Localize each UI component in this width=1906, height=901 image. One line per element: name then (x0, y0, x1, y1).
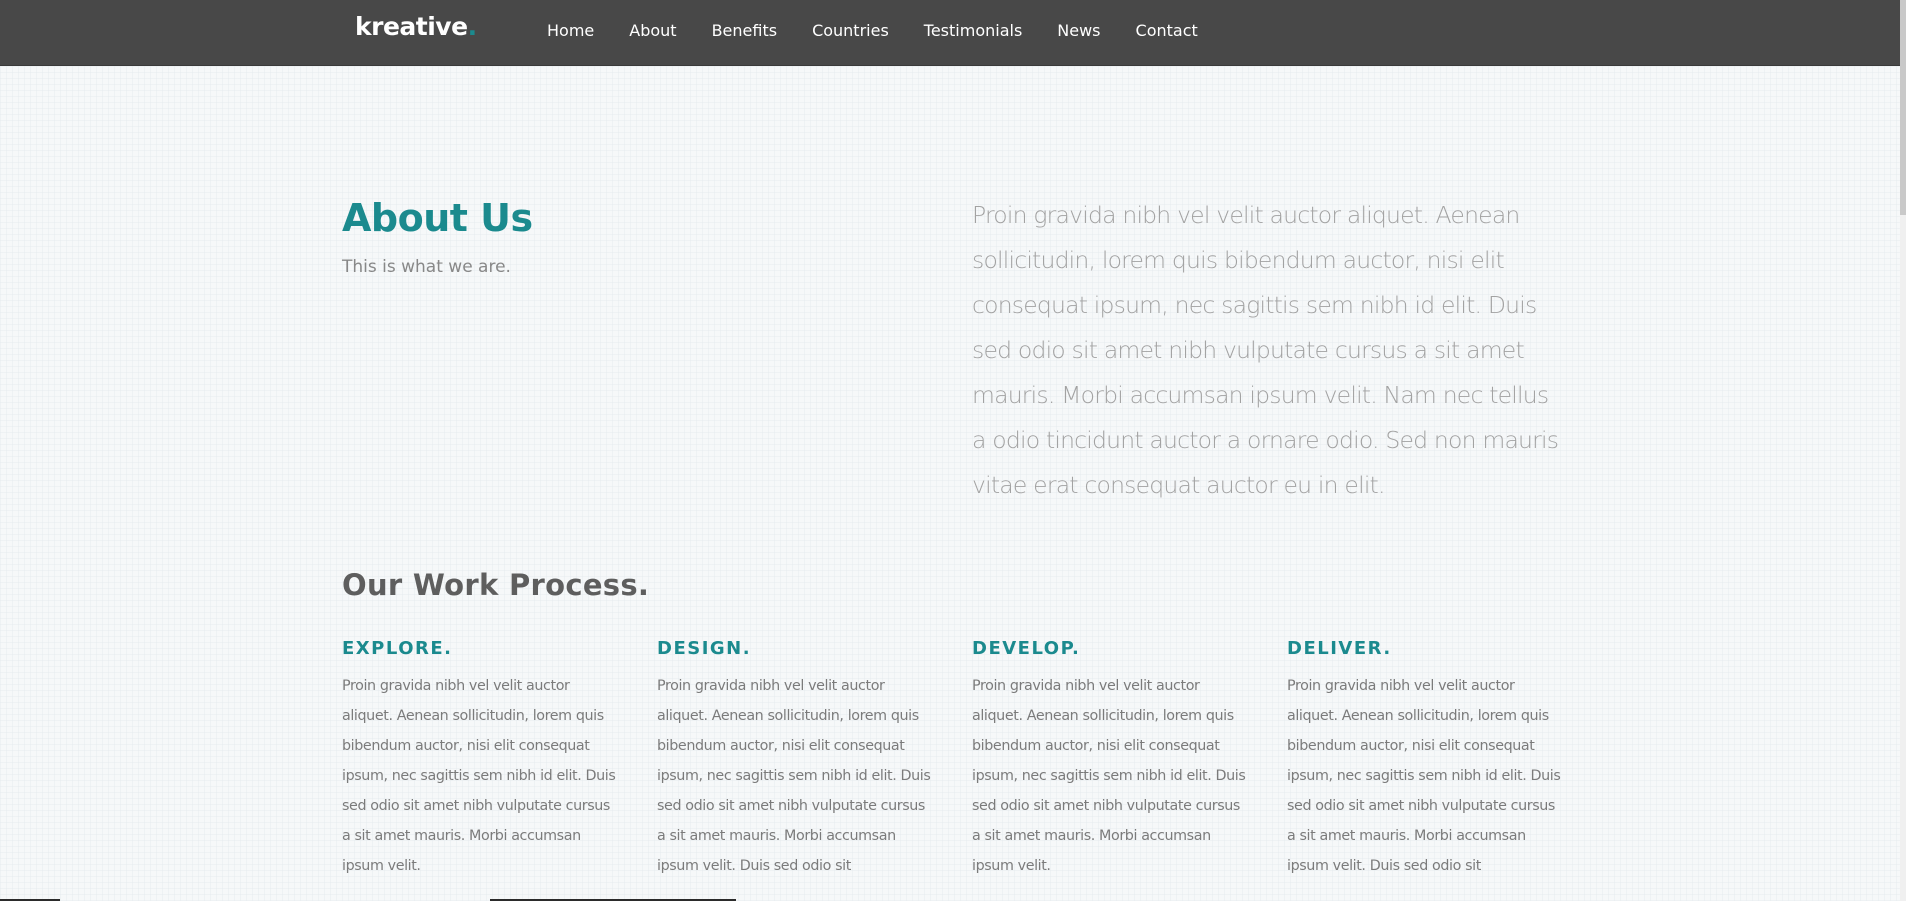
nav-link-testimonials[interactable]: Testimonials (924, 21, 1023, 41)
process-step-deliver: DELIVER. Proin gravida nibh vel velit au… (1287, 635, 1563, 881)
process-step-develop: DEVELOP. Proin gravida nibh vel velit au… (972, 635, 1248, 881)
about-title: About Us (342, 196, 533, 240)
nav-link-countries[interactable]: Countries (812, 21, 889, 41)
step-text: Proin gravida nibh vel velit auctor aliq… (657, 678, 931, 874)
logo-text: kreative (355, 12, 468, 41)
process-step-explore: EXPLORE. Proin gravida nibh vel velit au… (342, 635, 618, 881)
nav-link-contact[interactable]: Contact (1136, 21, 1198, 41)
nav-link-about[interactable]: About (629, 21, 676, 41)
nav-link-benefits[interactable]: Benefits (712, 21, 778, 41)
page-scrollbar[interactable] (1900, 0, 1906, 901)
step-text: Proin gravida nibh vel velit auctor aliq… (1287, 678, 1561, 874)
process-title: Our Work Process. (342, 568, 650, 602)
scrollbar-thumb[interactable] (1900, 0, 1906, 215)
about-subtitle: This is what we are. (342, 257, 511, 277)
about-description: Proin gravida nibh vel velit auctor aliq… (972, 201, 1559, 499)
top-navigation-bar: kreative. Home About Benefits Countries … (0, 0, 1900, 66)
step-heading: EXPLORE. (342, 638, 453, 659)
site-logo[interactable]: kreative. (355, 12, 477, 42)
step-heading: DELIVER. (1287, 638, 1392, 659)
nav-link-home[interactable]: Home (547, 21, 594, 41)
step-text: Proin gravida nibh vel velit auctor aliq… (972, 678, 1246, 874)
process-step-design: DESIGN. Proin gravida nibh vel velit auc… (657, 635, 933, 881)
logo-dot: . (467, 12, 478, 41)
nav-link-news[interactable]: News (1057, 21, 1100, 41)
step-heading: DESIGN. (657, 638, 752, 659)
step-heading: DEVELOP. (972, 638, 1081, 659)
main-nav: Home About Benefits Countries Testimonia… (547, 0, 1233, 62)
step-text: Proin gravida nibh vel velit auctor aliq… (342, 678, 616, 874)
